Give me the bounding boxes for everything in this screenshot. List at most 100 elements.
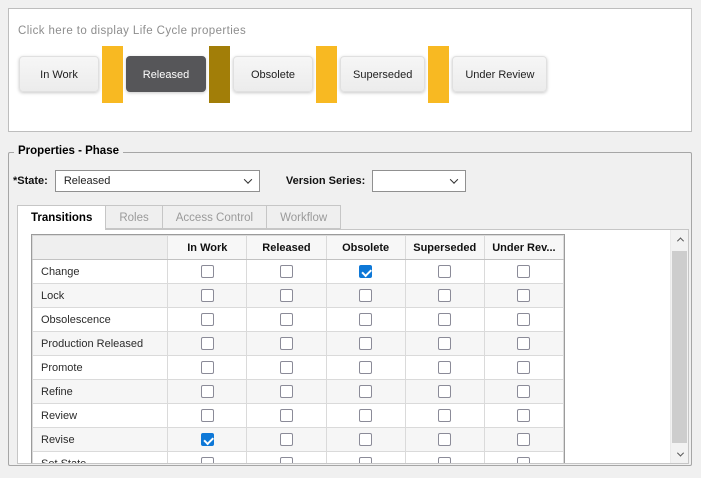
lifecycle-panel: Click here to display Life Cycle propert… <box>8 8 692 132</box>
checkbox-set-state-released[interactable] <box>280 457 293 464</box>
checkbox-refine-obsolete[interactable] <box>359 385 372 398</box>
cell-lock-under-rev <box>484 284 563 308</box>
checkbox-change-under-rev[interactable] <box>517 265 530 278</box>
cell-change-in-work <box>168 260 247 284</box>
checkbox-lock-in-work[interactable] <box>201 289 214 302</box>
checkbox-set-state-under-rev[interactable] <box>517 457 530 464</box>
tab-workflow[interactable]: Workflow <box>267 205 341 229</box>
checkbox-refine-under-rev[interactable] <box>517 385 530 398</box>
checkbox-change-released[interactable] <box>280 265 293 278</box>
cell-review-superseded <box>405 404 484 428</box>
cell-set-state-in-work <box>168 452 247 465</box>
checkbox-change-superseded[interactable] <box>438 265 451 278</box>
cell-set-state-released <box>247 452 326 465</box>
checkbox-obsolescence-superseded[interactable] <box>438 313 451 326</box>
checkbox-revise-under-rev[interactable] <box>517 433 530 446</box>
checkbox-lock-released[interactable] <box>280 289 293 302</box>
checkbox-revise-released[interactable] <box>280 433 293 446</box>
checkbox-revise-obsolete[interactable] <box>359 433 372 446</box>
lifecycle-state-obsolete[interactable]: Obsolete <box>233 56 313 92</box>
cell-obsolescence-obsolete <box>326 308 405 332</box>
lifecycle-state-superseded[interactable]: Superseded <box>340 56 425 92</box>
checkbox-review-superseded[interactable] <box>438 409 451 422</box>
table-row-production-released: Production Released <box>33 332 564 356</box>
row-label: Change <box>33 260 168 284</box>
checkbox-production-released-obsolete[interactable] <box>359 337 372 350</box>
checkbox-refine-superseded[interactable] <box>438 385 451 398</box>
table-header-row: In WorkReleasedObsoleteSupersededUnder R… <box>33 236 564 260</box>
checkbox-production-released-released[interactable] <box>280 337 293 350</box>
tab-transitions[interactable]: Transitions <box>17 205 106 230</box>
checkbox-obsolescence-in-work[interactable] <box>201 313 214 326</box>
checkbox-obsolescence-under-rev[interactable] <box>517 313 530 326</box>
cell-obsolescence-superseded <box>405 308 484 332</box>
checkbox-production-released-in-work[interactable] <box>201 337 214 350</box>
cell-review-under-rev <box>484 404 563 428</box>
checkbox-promote-superseded[interactable] <box>438 361 451 374</box>
chevron-up-icon <box>676 237 683 244</box>
tab-access-control[interactable]: Access Control <box>163 205 267 229</box>
checkbox-production-released-superseded[interactable] <box>438 337 451 350</box>
checkbox-change-in-work[interactable] <box>201 265 214 278</box>
checkbox-revise-in-work[interactable] <box>201 433 214 446</box>
checkbox-lock-obsolete[interactable] <box>359 289 372 302</box>
row-label: Production Released <box>33 332 168 356</box>
scroll-up-button[interactable] <box>671 230 689 248</box>
cell-lock-released <box>247 284 326 308</box>
lifecycle-connector <box>428 46 449 103</box>
checkbox-production-released-under-rev[interactable] <box>517 337 530 350</box>
checkbox-set-state-obsolete[interactable] <box>359 457 372 464</box>
checkbox-change-obsolete[interactable] <box>359 265 372 278</box>
checkbox-obsolescence-obsolete[interactable] <box>359 313 372 326</box>
checkbox-review-under-rev[interactable] <box>517 409 530 422</box>
row-label: Revise <box>33 428 168 452</box>
checkbox-refine-released[interactable] <box>280 385 293 398</box>
scroll-down-button[interactable] <box>671 445 689 463</box>
checkbox-lock-under-rev[interactable] <box>517 289 530 302</box>
lifecycle-state-released[interactable]: Released <box>126 56 206 92</box>
table-row-revise: Revise <box>33 428 564 452</box>
transitions-table: In WorkReleasedObsoleteSupersededUnder R… <box>32 235 564 464</box>
chevron-down-icon <box>676 449 683 456</box>
checkbox-review-released[interactable] <box>280 409 293 422</box>
lifecycle-states-row: In Work Released Obsolete Superseded Under R… <box>17 45 691 103</box>
checkbox-obsolescence-released[interactable] <box>280 313 293 326</box>
checkbox-refine-in-work[interactable] <box>201 385 214 398</box>
checkbox-set-state-in-work[interactable] <box>201 457 214 464</box>
lifecycle-hint-link[interactable]: Click here to display Life Cycle propert… <box>9 9 691 37</box>
cell-refine-obsolete <box>326 380 405 404</box>
chevron-down-icon <box>450 175 458 183</box>
cell-change-superseded <box>405 260 484 284</box>
checkbox-review-in-work[interactable] <box>201 409 214 422</box>
checkbox-lock-superseded[interactable] <box>438 289 451 302</box>
cell-refine-released <box>247 380 326 404</box>
cell-production-released-superseded <box>405 332 484 356</box>
row-label: Lock <box>33 284 168 308</box>
phase-controls-row: *State: Released Version Series: <box>13 170 687 192</box>
row-label: Promote <box>33 356 168 380</box>
cell-promote-released <box>247 356 326 380</box>
transitions-table-wrap: In WorkReleasedObsoleteSupersededUnder R… <box>31 234 565 464</box>
checkbox-set-state-superseded[interactable] <box>438 457 451 464</box>
checkbox-promote-in-work[interactable] <box>201 361 214 374</box>
lifecycle-connector <box>316 46 337 103</box>
checkbox-promote-released[interactable] <box>280 361 293 374</box>
state-select-value: Released <box>64 175 110 187</box>
cell-production-released-in-work <box>168 332 247 356</box>
properties-phase-panel: Properties - Phase *State: Released Vers… <box>8 152 692 466</box>
checkbox-revise-superseded[interactable] <box>438 433 451 446</box>
checkbox-promote-under-rev[interactable] <box>517 361 530 374</box>
version-series-select[interactable] <box>372 170 466 192</box>
checkbox-review-obsolete[interactable] <box>359 409 372 422</box>
column-header-under-rev: Under Rev... <box>484 236 563 260</box>
cell-obsolescence-released <box>247 308 326 332</box>
cell-lock-superseded <box>405 284 484 308</box>
vertical-scrollbar[interactable] <box>670 230 688 463</box>
lifecycle-state-in-work[interactable]: In Work <box>19 56 99 92</box>
tab-roles[interactable]: Roles <box>106 205 162 229</box>
lifecycle-state-under-review[interactable]: Under Review <box>452 56 547 92</box>
state-select[interactable]: Released <box>55 170 260 192</box>
cell-change-released <box>247 260 326 284</box>
checkbox-promote-obsolete[interactable] <box>359 361 372 374</box>
scrollbar-thumb[interactable] <box>672 251 687 443</box>
